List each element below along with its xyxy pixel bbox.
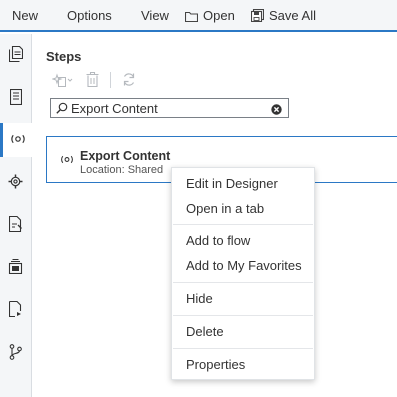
save-all-icon — [250, 8, 265, 25]
sidebar-item-git[interactable] — [0, 336, 31, 370]
file-run-icon — [8, 300, 23, 320]
sidebar-item-document[interactable] — [0, 38, 31, 72]
menu-divider — [173, 224, 313, 225]
view-menu[interactable]: View — [141, 8, 169, 23]
sidebar-item-settings[interactable] — [0, 166, 31, 200]
steps-icon — [10, 133, 26, 148]
menu-item-add-to-favorites[interactable]: Add to My Favorites — [172, 255, 314, 277]
options-menu[interactable]: Options — [67, 8, 112, 23]
form-icon — [9, 88, 22, 108]
step-location: Location: Shared — [80, 164, 164, 176]
menu-divider — [173, 282, 313, 283]
menu-item-add-to-flow[interactable]: Add to flow — [172, 230, 314, 252]
clear-search-icon[interactable] — [271, 103, 282, 118]
folder-icon — [184, 10, 199, 25]
menu-divider — [173, 315, 313, 316]
new-step-button[interactable] — [51, 72, 74, 91]
open-label: Open — [203, 8, 235, 23]
delete-button[interactable] — [86, 71, 99, 90]
context-menu: Edit in Designer Open in a tab Add to fl… — [171, 167, 315, 380]
save-all-button[interactable]: Save All — [250, 8, 316, 25]
menu-item-open-in-tab[interactable]: Open in a tab — [172, 198, 314, 220]
steps-title: Steps — [46, 49, 82, 64]
gear-icon — [8, 174, 23, 192]
menu-item-properties[interactable]: Properties — [172, 354, 314, 376]
git-branch-icon — [9, 343, 22, 363]
new-step-icon — [51, 73, 74, 91]
step-icon — [60, 153, 74, 168]
new-menu[interactable]: New — [12, 8, 38, 23]
refresh-button[interactable] — [122, 72, 136, 90]
menu-item-hide[interactable]: Hide — [172, 288, 314, 310]
sidebar-item-library[interactable] — [0, 251, 31, 285]
menu-bar: New Options View Open Save All — [0, 0, 397, 32]
file-edit-icon — [8, 215, 22, 235]
menu-divider — [173, 348, 313, 349]
step-search-box — [50, 98, 289, 118]
library-icon — [8, 258, 23, 277]
step-title: Export Content — [80, 149, 171, 163]
save-all-label: Save All — [269, 8, 316, 23]
sidebar-item-file-run[interactable] — [0, 293, 31, 327]
menu-item-edit-in-designer[interactable]: Edit in Designer — [172, 173, 314, 195]
sidebar — [0, 34, 32, 397]
sidebar-item-steps[interactable] — [0, 123, 32, 157]
sidebar-item-form[interactable] — [0, 81, 31, 115]
document-icon — [8, 45, 23, 65]
search-input[interactable] — [71, 100, 267, 116]
delete-icon — [86, 71, 99, 90]
sidebar-item-file-edit[interactable] — [0, 208, 31, 242]
refresh-icon — [122, 73, 136, 90]
open-button[interactable]: Open — [184, 8, 235, 25]
search-icon — [56, 102, 68, 117]
menu-item-delete[interactable]: Delete — [172, 321, 314, 343]
toolbar-divider — [110, 72, 111, 88]
